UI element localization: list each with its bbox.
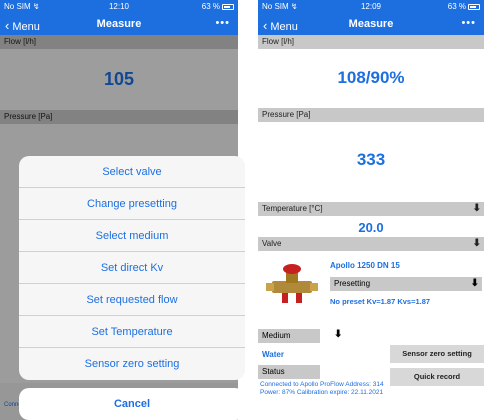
page-title: Measure [96, 18, 142, 30]
battery-icon [222, 3, 234, 10]
nav-bar: ‹ Menu Measure ••• [0, 13, 238, 35]
action-set-temperature[interactable]: Set Temperature [19, 316, 245, 348]
action-sheet: Select valve Change presetting Select me… [19, 156, 245, 380]
action-sensor-zero-setting[interactable]: Sensor zero setting [19, 348, 245, 380]
status-header: Status [258, 365, 320, 379]
cancel-button[interactable]: Cancel [19, 388, 245, 420]
action-change-presetting[interactable]: Change presetting [19, 188, 245, 220]
download-icon[interactable]: ⬇ [334, 329, 342, 340]
status-text: Connected to Apollo ProFlow Address: 314… [260, 381, 384, 396]
more-icon[interactable]: ••• [215, 17, 230, 29]
medium-value[interactable]: Water [262, 350, 284, 359]
action-set-direct-kv[interactable]: Set direct Kv [19, 252, 245, 284]
quick-record-button[interactable]: Quick record [390, 368, 484, 386]
right-lower-panel: Medium ⬇ Water Status Connected to Apoll… [258, 0, 484, 420]
battery-percent: 63 % [201, 2, 220, 11]
status-bar: No SIM ↯ 12:10 63 % [0, 0, 238, 13]
medium-header: Medium [258, 329, 320, 343]
action-set-requested-flow[interactable]: Set requested flow [19, 284, 245, 316]
action-select-medium[interactable]: Select medium [19, 220, 245, 252]
action-select-valve[interactable]: Select valve [19, 156, 245, 188]
sensor-zero-setting-button[interactable]: Sensor zero setting [390, 345, 484, 363]
battery-indicator: 63 % [202, 2, 234, 11]
